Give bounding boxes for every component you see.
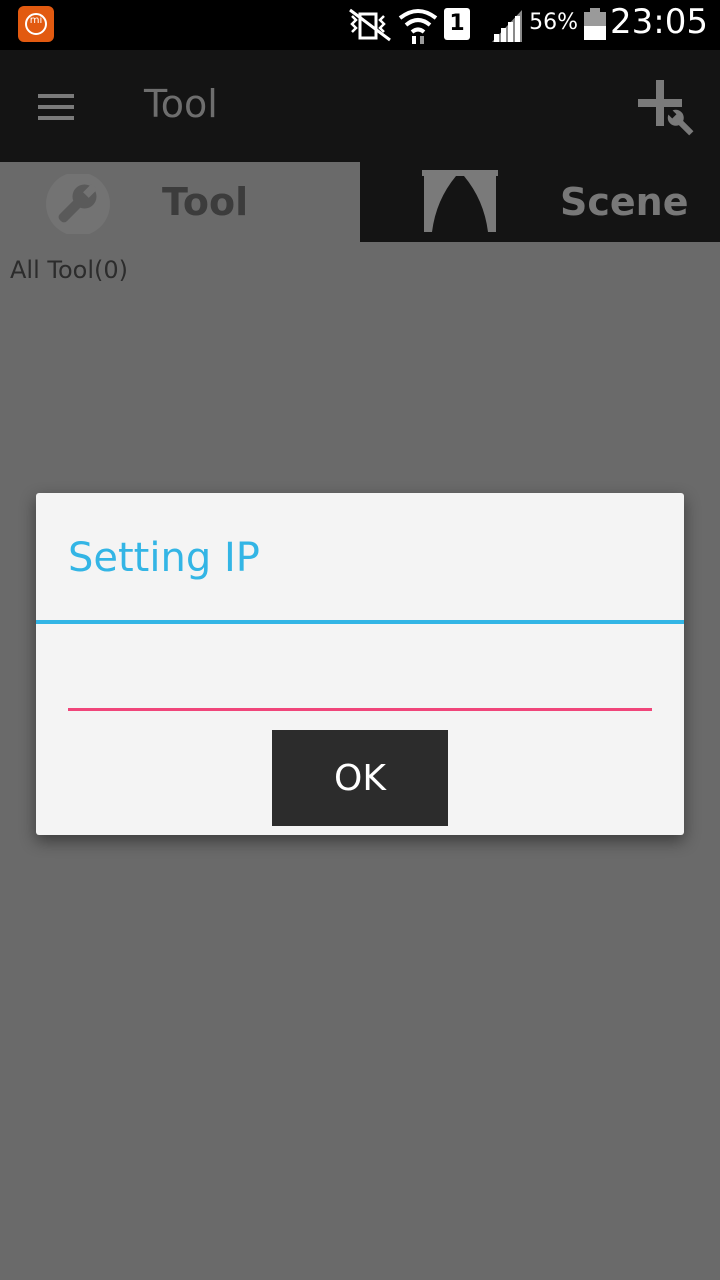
tab-scene[interactable]: Scene — [360, 162, 720, 242]
tab-scene-label: Scene — [560, 180, 689, 224]
dialog-divider — [36, 620, 684, 624]
app-bar: Tool — [0, 50, 720, 162]
ip-input[interactable] — [68, 653, 652, 711]
curtain-icon — [422, 170, 498, 232]
tab-bar: Tool Scene — [0, 162, 720, 242]
sim-icon: 1 — [444, 8, 470, 40]
list-header: All Tool(0) — [10, 256, 128, 284]
status-bar: mi 1 56% 23:05 — [0, 0, 720, 50]
signal-icon — [492, 10, 522, 42]
tab-tool-label: Tool — [162, 180, 249, 224]
wifi-icon — [398, 9, 438, 44]
setting-ip-dialog: Setting IP OK — [36, 493, 684, 835]
ok-button[interactable]: OK — [272, 730, 448, 826]
battery-icon — [584, 8, 606, 40]
clock: 23:05 — [610, 2, 708, 42]
add-tool-icon[interactable] — [636, 80, 696, 140]
tab-tool[interactable]: Tool — [0, 162, 360, 242]
mi-logo-icon: mi — [18, 6, 54, 42]
app-title: Tool — [144, 82, 218, 126]
dialog-title: Setting IP — [68, 535, 260, 581]
vibrate-mute-icon — [349, 8, 391, 42]
battery-percent: 56% — [529, 10, 578, 35]
hamburger-menu-icon[interactable] — [38, 94, 74, 120]
wrench-icon — [46, 174, 110, 234]
